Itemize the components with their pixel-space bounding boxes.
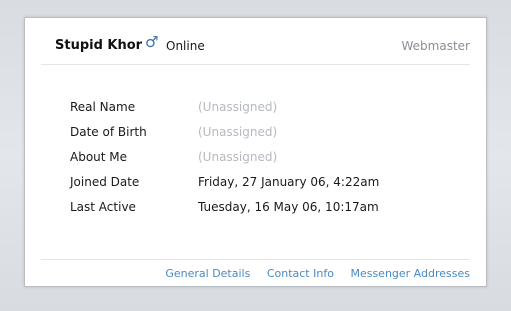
male-gender-icon: ♂ [145,33,159,51]
detail-value: (Unassigned) [198,100,278,114]
detail-row-real-name: Real Name (Unassigned) [70,100,470,125]
messenger-addresses-link[interactable]: Messenger Addresses [350,267,470,280]
user-role: Webmaster [401,39,470,53]
user-name: Stupid Khor [55,38,143,53]
contact-info-link[interactable]: Contact Info [267,267,334,280]
detail-label: Date of Birth [70,125,147,139]
detail-row-joined-date: Joined Date Friday, 27 January 06, 4:22a… [70,175,470,200]
profile-details: Real Name (Unassigned) Date of Birth (Un… [70,100,470,225]
detail-label: Last Active [70,200,136,214]
detail-row-last-active: Last Active Tuesday, 16 May 06, 10:17am [70,200,470,225]
detail-row-date-of-birth: Date of Birth (Unassigned) [70,125,470,150]
detail-label: Joined Date [70,175,140,189]
detail-value: (Unassigned) [198,150,278,164]
profile-header: Stupid Khor ♂ Online Webmaster [41,18,470,65]
general-details-link[interactable]: General Details [165,267,250,280]
online-status: Online [166,39,205,53]
profile-footer: General Details Contact Info Messenger A… [41,259,470,286]
detail-label: About Me [70,150,128,164]
detail-row-about-me: About Me (Unassigned) [70,150,470,175]
profile-card: Stupid Khor ♂ Online Webmaster Real Name… [24,17,487,287]
detail-value: Friday, 27 January 06, 4:22am [198,175,380,189]
detail-label: Real Name [70,100,136,114]
detail-value: Tuesday, 16 May 06, 10:17am [198,200,379,214]
detail-value: (Unassigned) [198,125,278,139]
footer-nav: General Details Contact Info Messenger A… [152,267,470,280]
